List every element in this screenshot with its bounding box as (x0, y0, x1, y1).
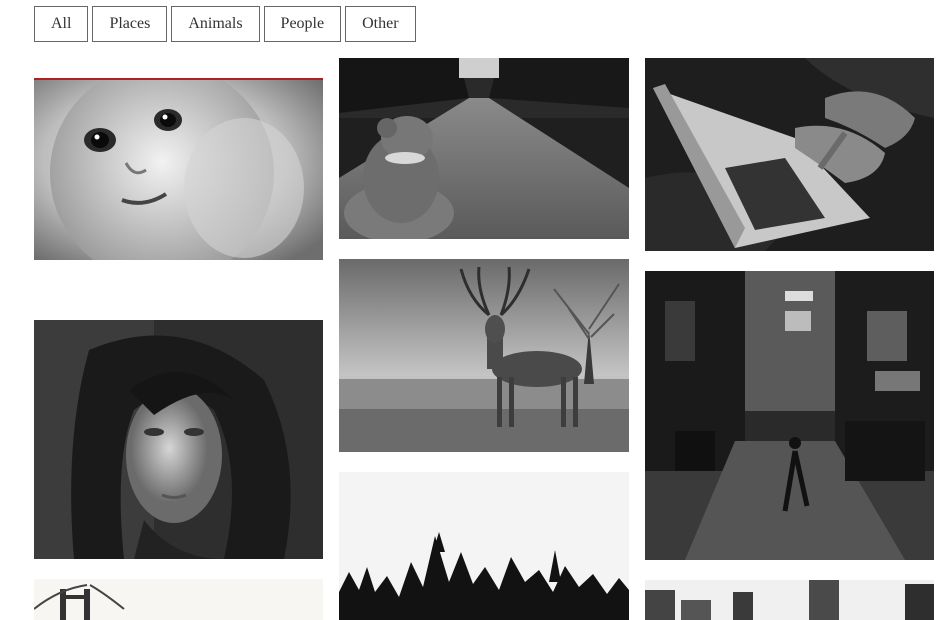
city-buildings-image[interactable] (645, 580, 934, 620)
filter-other-button[interactable]: Other (345, 6, 416, 42)
active-indicator (34, 78, 323, 80)
filter-people-button[interactable]: People (263, 6, 342, 42)
filter-animals-button[interactable]: Animals (171, 6, 260, 42)
deer-field-image[interactable] (339, 259, 629, 452)
woman-portrait-image[interactable] (34, 320, 323, 559)
city-street-night-image[interactable] (645, 271, 934, 560)
filter-places-button[interactable]: Places (92, 6, 168, 42)
laptop-hands-image[interactable] (645, 58, 934, 251)
filter-bar: All Places Animals People Other (34, 6, 416, 42)
baby-face-image[interactable] (34, 78, 323, 260)
teddy-bear-road-image[interactable] (339, 58, 629, 239)
filter-all-button[interactable]: All (34, 6, 89, 42)
bridge-image[interactable] (34, 579, 323, 620)
concert-crowd-image[interactable] (339, 472, 629, 620)
